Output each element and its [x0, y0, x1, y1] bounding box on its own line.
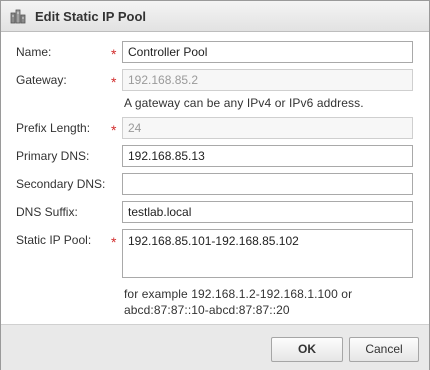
gateway-label: Gateway: [16, 73, 67, 87]
edit-static-ip-pool-dialog: Edit Static IP Pool Name: * Controller P… [0, 0, 430, 370]
secondary-dns-label: Secondary DNS: [16, 177, 106, 191]
prefix-length-required-marker: * [111, 122, 117, 138]
prefix-length-label: Prefix Length: [16, 121, 91, 135]
static-ip-pool-hint-line2: abcd:87:87::10-abcd:87:87::20 [124, 303, 290, 317]
dns-suffix-label: DNS Suffix: [16, 205, 78, 219]
gateway-required-marker: * [111, 74, 117, 90]
static-ip-pool-textarea[interactable]: 192.168.85.101-192.168.85.102 [122, 229, 413, 278]
ok-button[interactable]: OK [271, 337, 343, 362]
name-label: Name: [16, 45, 52, 59]
name-required-marker: * [111, 46, 117, 62]
primary-dns-label: Primary DNS: [16, 149, 90, 163]
cancel-button[interactable]: Cancel [349, 337, 419, 362]
static-ip-pool-label: Static IP Pool: [16, 233, 92, 247]
dialog-body: Name: * Controller Pool Gateway: * 192.1… [1, 32, 429, 321]
gateway-input[interactable]: 192.168.85.2 [122, 69, 413, 91]
secondary-dns-input[interactable] [122, 173, 413, 195]
dialog-title: Edit Static IP Pool [35, 9, 147, 24]
dns-suffix-input[interactable]: testlab.local [122, 201, 413, 223]
gateway-hint: A gateway can be any IPv4 or IPv6 addres… [124, 96, 364, 110]
static-ip-pool-hint-line1: for example 192.168.1.2-192.168.1.100 or [124, 287, 353, 301]
ip-pool-icon [10, 9, 26, 24]
prefix-length-input[interactable]: 24 [122, 117, 413, 139]
primary-dns-input[interactable]: 192.168.85.13 [122, 145, 413, 167]
static-ip-pool-required-marker: * [111, 234, 117, 250]
dialog-footer: OK Cancel [1, 324, 429, 370]
dialog-titlebar[interactable]: Edit Static IP Pool [1, 1, 429, 32]
name-input[interactable]: Controller Pool [122, 41, 413, 63]
